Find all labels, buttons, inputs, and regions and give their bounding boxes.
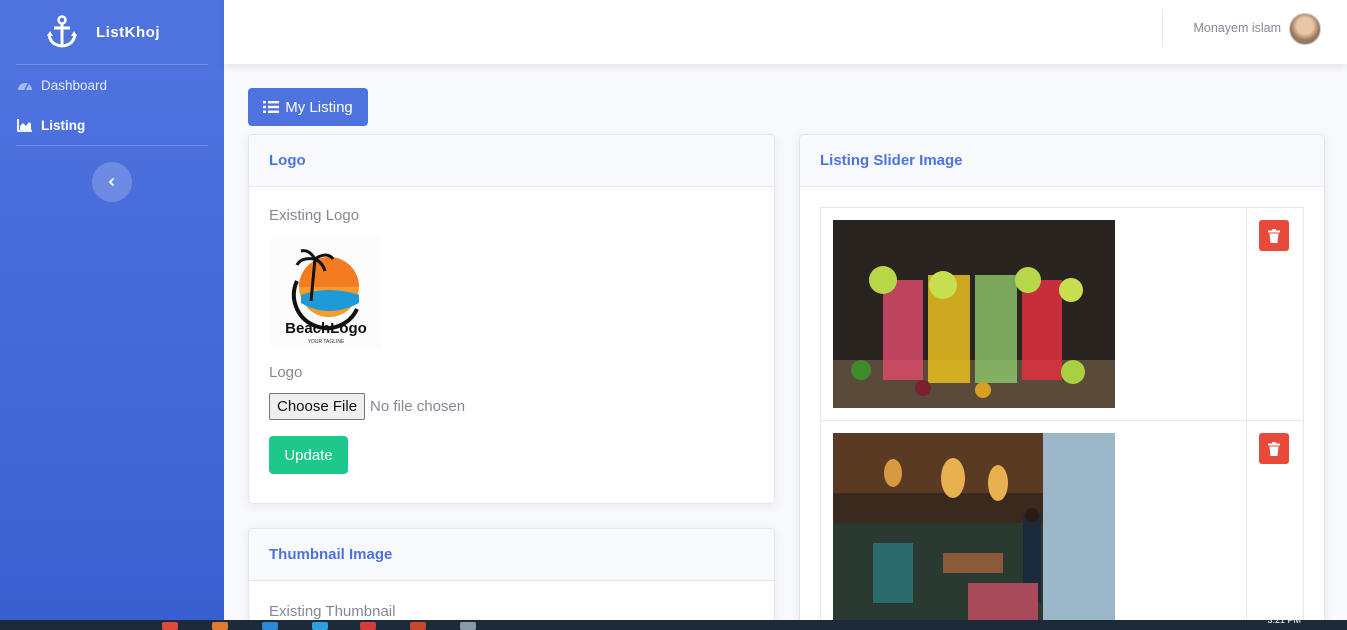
anchor-icon xyxy=(47,15,77,48)
file-status: No file chosen xyxy=(370,398,466,415)
taskbar-app-icon[interactable] xyxy=(460,622,476,630)
existing-logo-image: BeachLogo YOUR TAGLINE xyxy=(269,234,383,352)
dashboard-gauge-icon xyxy=(18,83,32,91)
logo-card-title: Logo xyxy=(249,135,774,187)
area-chart-icon xyxy=(17,119,32,132)
choose-file-button[interactable]: Choose File xyxy=(269,393,366,420)
taskbar-app-icon[interactable] xyxy=(360,622,376,630)
brand-name: ListKhoj xyxy=(96,23,160,41)
sidebar-item-listing[interactable]: Listing xyxy=(0,105,224,145)
table-row xyxy=(821,208,1303,421)
taskbar-clock: 3:21 PM xyxy=(1267,615,1301,625)
delete-slide-button[interactable] xyxy=(1259,433,1290,464)
logo-tagline: YOUR TAGLINE xyxy=(308,339,345,345)
thumbnail-card-title: Thumbnail Image xyxy=(249,529,774,581)
thumbnail-card: Thumbnail Image Existing Thumbnail xyxy=(248,528,775,630)
sidebar: ListKhoj Dashboard Listing xyxy=(0,0,224,620)
user-name[interactable]: Monayem islam xyxy=(1193,21,1281,35)
taskbar-app-icon[interactable] xyxy=(410,622,426,630)
sidebar-item-label: Dashboard xyxy=(41,77,108,93)
existing-logo-label: Existing Logo xyxy=(269,207,360,224)
chevron-left-icon xyxy=(108,177,115,187)
my-listing-label: My Listing xyxy=(285,98,353,116)
table-row xyxy=(821,421,1303,630)
delete-slide-button[interactable] xyxy=(1259,220,1290,251)
taskbar-app-icon[interactable] xyxy=(262,622,278,630)
slider-card: Listing Slider Image xyxy=(799,134,1325,630)
logo-image-text: BeachLogo xyxy=(285,320,367,337)
slider-image-restaurant xyxy=(833,433,1115,621)
slider-table xyxy=(820,207,1304,630)
sidebar-item-dashboard[interactable]: Dashboard xyxy=(0,65,224,105)
logo-file-input[interactable]: Choose File No file chosen xyxy=(269,393,754,420)
sidebar-divider xyxy=(16,145,208,146)
sidebar-toggle-button[interactable] xyxy=(92,162,132,202)
sidebar-item-label: Listing xyxy=(41,117,86,133)
logo-card: Logo Existing Logo BeachLogo YOUR TAGLIN… xyxy=(248,134,775,504)
my-listing-button[interactable]: My Listing xyxy=(248,88,368,126)
trash-icon xyxy=(1268,441,1281,456)
taskbar-app-icon[interactable] xyxy=(162,622,178,630)
topbar-divider xyxy=(1162,9,1163,47)
existing-thumbnail-label: Existing Thumbnail xyxy=(269,603,396,620)
brand[interactable]: ListKhoj xyxy=(0,0,224,64)
logo-field-label: Logo xyxy=(269,364,303,381)
taskbar-app-icon[interactable] xyxy=(312,622,328,630)
slider-image-drinks xyxy=(833,220,1115,408)
update-button[interactable]: Update xyxy=(269,436,348,474)
topbar: Monayem islam xyxy=(224,0,1347,64)
os-taskbar: 3:21 PM xyxy=(0,615,1347,630)
trash-icon xyxy=(1268,228,1281,243)
slider-card-title: Listing Slider Image xyxy=(800,135,1324,187)
avatar[interactable] xyxy=(1289,13,1321,45)
taskbar-app-icon[interactable] xyxy=(212,622,228,630)
list-icon xyxy=(263,101,280,113)
